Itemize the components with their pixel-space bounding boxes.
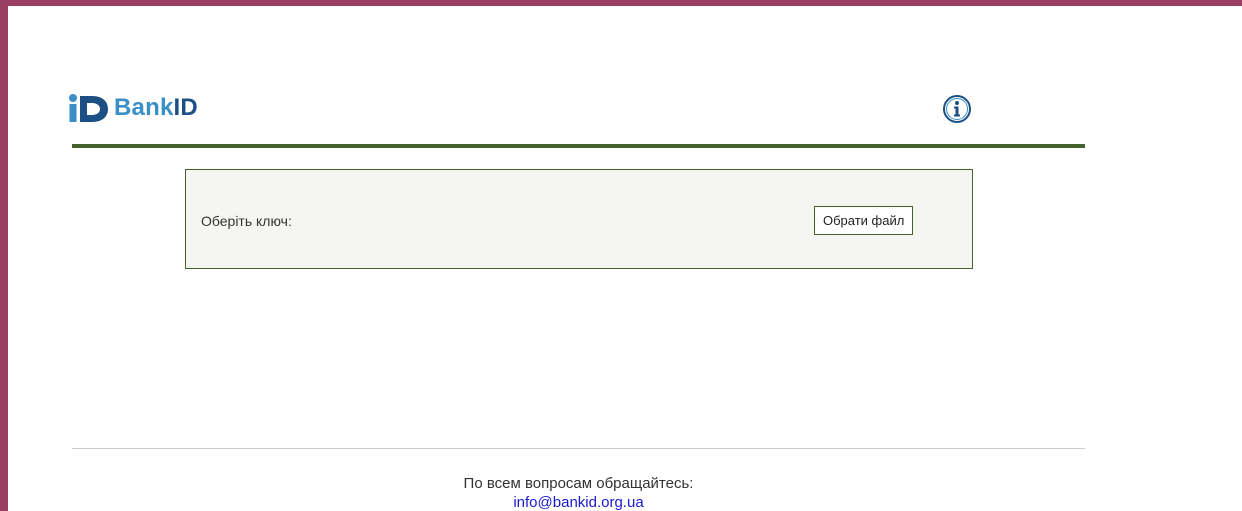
info-circle-icon <box>943 95 971 123</box>
choose-file-button[interactable]: Обрати файл <box>814 206 914 235</box>
footer-contact-text: По всем вопросам обращайтесь: <box>463 475 694 492</box>
footer-email-container: info@bankid.org.ua <box>72 494 1085 511</box>
logo-id-text: ID <box>173 94 198 121</box>
key-select-label: Оберіть ключ: <box>201 213 292 229</box>
key-select-panel: Оберіть ключ: Обрати файл <box>185 169 973 269</box>
bankid-logo: BankID <box>66 92 198 124</box>
footer-divider <box>72 448 1085 449</box>
footer-email-link[interactable]: info@bankid.org.ua <box>513 494 643 511</box>
bankid-logo-text: BankID <box>114 92 198 124</box>
bankid-logo-mark-icon <box>66 92 114 124</box>
header-divider <box>72 144 1085 148</box>
logo-bank-text: Bank <box>114 94 174 121</box>
info-button[interactable] <box>942 94 972 124</box>
